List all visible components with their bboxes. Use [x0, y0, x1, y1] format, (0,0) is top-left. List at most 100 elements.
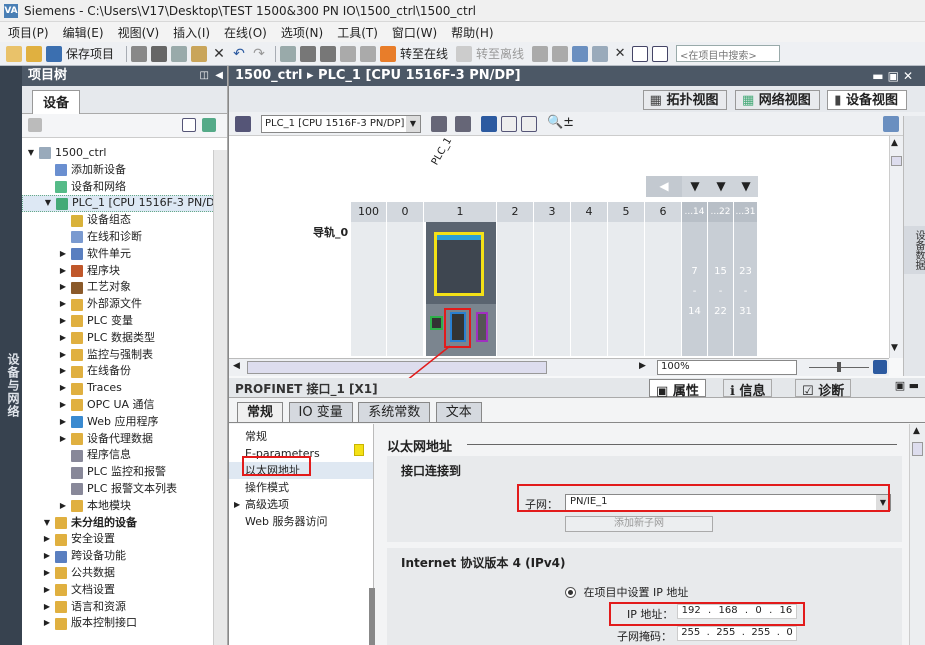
- collapsed-arrow-icon[interactable]: ▶: [42, 615, 52, 632]
- tree-item[interactable]: ▶ 程序块: [22, 263, 227, 280]
- tree-item[interactable]: PLC 监控和报警: [22, 464, 227, 481]
- tab-general[interactable]: 常规: [237, 402, 284, 422]
- set-ip-in-project-radio[interactable]: 在项目中设置 IP 地址: [565, 584, 688, 600]
- cross-reference-icon[interactable]: [552, 45, 569, 62]
- scroll-left-icon[interactable]: ◀: [233, 361, 240, 371]
- device-select-dropdown[interactable]: PLC_1 [CPU 1516F-3 PN/DP] ▼: [261, 115, 421, 133]
- tree-item[interactable]: PLC 报警文本列表: [22, 481, 227, 498]
- slot-5[interactable]: [608, 222, 645, 356]
- tree-scrollbar[interactable]: [213, 150, 227, 645]
- subnet-mask-field[interactable]: 255. 255. 255. 0: [677, 626, 797, 641]
- tree-item[interactable]: ▼ 未分组的设备: [22, 515, 227, 532]
- tree-item[interactable]: ▶ 语言和资源: [22, 599, 227, 616]
- compile-icon[interactable]: [280, 45, 297, 62]
- tree-item[interactable]: ▶ 外部源文件: [22, 296, 227, 313]
- expanded-arrow-icon[interactable]: ▼: [42, 515, 52, 532]
- download-icon[interactable]: [300, 45, 317, 62]
- save-icon[interactable]: [46, 45, 62, 62]
- accessible-devices-icon[interactable]: [532, 45, 549, 62]
- menu-edit[interactable]: 编辑(E): [63, 24, 104, 41]
- zoom-slider-handle[interactable]: [837, 362, 841, 372]
- slot-6[interactable]: [645, 222, 682, 356]
- page-break-icon[interactable]: [521, 116, 537, 132]
- slot-0[interactable]: [387, 222, 424, 356]
- collapsed-arrow-icon[interactable]: ▶: [58, 330, 68, 347]
- collapsed-arrow-icon[interactable]: ▶: [58, 397, 68, 414]
- tree-item[interactable]: 设备组态: [22, 212, 227, 229]
- menu-options[interactable]: 选项(N): [281, 24, 323, 41]
- collapsed-arrow-icon[interactable]: ▶: [58, 498, 68, 515]
- collapsed-arrow-icon[interactable]: ▶: [58, 380, 68, 397]
- window-controls-icon[interactable]: ▬▣✕: [872, 66, 917, 86]
- devices-networks-vtab[interactable]: 设备与网络: [0, 66, 22, 645]
- chevron-down-icon[interactable]: ▼: [406, 116, 420, 132]
- stop-simulation-icon[interactable]: [360, 45, 377, 62]
- zoom-icon[interactable]: 🔍±: [547, 115, 574, 130]
- grid-icon[interactable]: [501, 116, 517, 132]
- slot-100[interactable]: [351, 222, 387, 356]
- network-view-button[interactable]: ▦ 网络视图: [734, 90, 820, 110]
- expand-slot-14-icon[interactable]: ▼: [682, 176, 708, 197]
- properties-scrollbar[interactable]: ▲: [909, 424, 925, 645]
- pin-icon[interactable]: ◫: [200, 66, 209, 86]
- nav-operating-mode[interactable]: 操作模式: [229, 479, 373, 496]
- collapsed-arrow-icon[interactable]: ▶: [42, 565, 52, 582]
- scroll-down-icon[interactable]: ▼: [891, 343, 898, 353]
- tree-item[interactable]: ▶ 公共数据: [22, 565, 227, 582]
- open-project-icon[interactable]: [26, 45, 42, 62]
- close-tool-icon[interactable]: ✕: [612, 46, 628, 62]
- tree-item[interactable]: ▶ 文档设置: [22, 582, 227, 599]
- undo-icon[interactable]: ↶: [231, 46, 247, 62]
- tree-item[interactable]: 添加新设备: [22, 162, 227, 179]
- slot-4[interactable]: [571, 222, 608, 356]
- device-data-vtab[interactable]: 设备数据: [904, 226, 925, 274]
- tab-system-constants[interactable]: 系统常数: [358, 402, 431, 422]
- diagnostics-tab[interactable]: ☑ 诊断: [795, 379, 852, 399]
- slot-7-14[interactable]: 7-14: [682, 222, 708, 356]
- tree-item[interactable]: ▶ 设备代理数据: [22, 431, 227, 448]
- expand-arrow-icon[interactable]: ▶: [234, 496, 240, 513]
- nav-web-server-access[interactable]: Web 服务器访问: [229, 513, 373, 530]
- mask-octet-4[interactable]: 0: [786, 627, 792, 640]
- scroll-right-icon[interactable]: ▶: [639, 361, 646, 371]
- slot-23-31[interactable]: 23-31: [734, 222, 758, 356]
- menu-insert[interactable]: 插入(I): [173, 24, 210, 41]
- copy-icon[interactable]: [171, 45, 188, 62]
- label-icon[interactable]: [455, 116, 471, 132]
- mask-octet-3[interactable]: 255: [751, 627, 770, 640]
- overview-navigation-icon[interactable]: [883, 116, 899, 132]
- split-vertical-icon[interactable]: [652, 45, 669, 62]
- tree-options-icon[interactable]: [28, 118, 42, 132]
- device-settings-icon[interactable]: [235, 116, 251, 132]
- menu-tools[interactable]: 工具(T): [337, 24, 378, 41]
- tree-item[interactable]: 在线和诊断: [22, 229, 227, 246]
- mask-octet-1[interactable]: 255: [681, 627, 700, 640]
- tree-item[interactable]: 设备和网络: [22, 179, 227, 196]
- expanded-arrow-icon[interactable]: ▼: [26, 145, 36, 162]
- collapse-left-icon[interactable]: ◀: [215, 66, 223, 86]
- sync-icon[interactable]: [202, 118, 216, 132]
- add-new-subnet-button[interactable]: 添加新子网: [565, 516, 713, 532]
- tab-texts[interactable]: 文本: [435, 402, 482, 422]
- tree-item[interactable]: ▶ 跨设备功能: [22, 548, 227, 565]
- menu-window[interactable]: 窗口(W): [392, 24, 437, 41]
- tab-devices[interactable]: 设备: [32, 90, 81, 114]
- mask-octet-2[interactable]: 255: [716, 627, 735, 640]
- collapsed-arrow-icon[interactable]: ▶: [58, 246, 68, 263]
- collapsed-arrow-icon[interactable]: ▶: [42, 548, 52, 565]
- collapsed-arrow-icon[interactable]: ▶: [58, 431, 68, 448]
- nav-advanced-options[interactable]: ▶ 高级选项: [229, 496, 373, 513]
- collapsed-arrow-icon[interactable]: ▶: [58, 296, 68, 313]
- slot-3[interactable]: [534, 222, 571, 356]
- device-properties-icon[interactable]: [431, 116, 447, 132]
- tree-item[interactable]: ▶ 版本控制接口: [22, 615, 227, 632]
- fit-view-icon[interactable]: [873, 360, 887, 374]
- tree-item[interactable]: ▶ PLC 变量: [22, 313, 227, 330]
- profinet-x1-port-icon[interactable]: [430, 316, 443, 330]
- expanded-arrow-icon[interactable]: ▼: [43, 195, 53, 212]
- tree-item[interactable]: ▶ Traces: [22, 380, 227, 397]
- menu-project[interactable]: 项目(P): [8, 24, 49, 41]
- canvas-vscrollbar[interactable]: ▲ ▼: [889, 136, 903, 358]
- collapsed-arrow-icon[interactable]: ▶: [58, 279, 68, 296]
- tree-item[interactable]: ▶ OPC UA 通信: [22, 397, 227, 414]
